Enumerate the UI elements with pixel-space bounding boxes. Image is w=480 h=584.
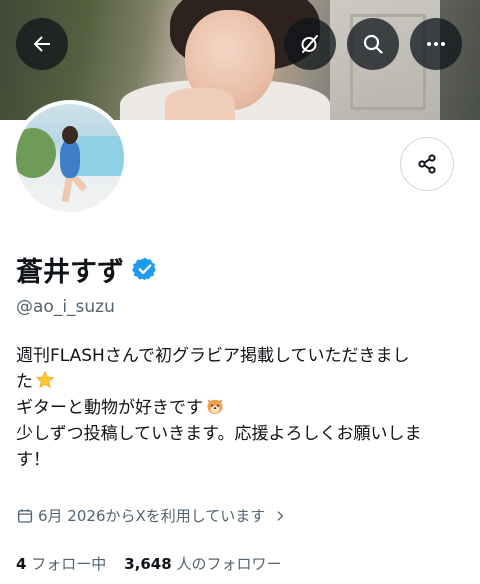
bio-line: す！ xyxy=(16,450,50,470)
following-link[interactable]: 4 フォロー中 xyxy=(16,553,106,574)
back-button[interactable] xyxy=(16,18,68,70)
followers-label: 人のフォロワー xyxy=(176,555,282,573)
followers-count: 3,648 xyxy=(124,555,172,573)
avatar-body xyxy=(60,140,80,178)
calendar-icon xyxy=(17,508,33,523)
followers-link[interactable]: 3,648 人のフォロワー xyxy=(124,553,281,574)
follow-stats: 4 フォロー中 3,648 人のフォロワー xyxy=(16,553,281,574)
bio-line: 週刊FLASHさんで初グラビア掲載していただきまし xyxy=(16,346,410,366)
star-emoji xyxy=(35,370,55,389)
avatar[interactable] xyxy=(12,100,128,216)
grok-button[interactable] xyxy=(284,18,336,70)
dog-face-emoji xyxy=(207,399,223,414)
bio-line: 少しずつ投稿していきます。応援よろしくお願いしま xyxy=(16,424,422,444)
avatar-bush xyxy=(16,128,56,178)
verified-badge-icon[interactable] xyxy=(132,256,158,282)
joined-date-link[interactable]: 6月 2026からXを利用しています xyxy=(16,505,287,526)
following-count: 4 xyxy=(16,555,27,573)
search-button[interactable] xyxy=(347,18,399,70)
bio-line: ギターと動物が好きです xyxy=(16,395,466,421)
share-icon xyxy=(418,154,436,174)
bio-line-text: ギターと動物が好きです xyxy=(16,398,203,418)
grok-icon xyxy=(301,35,318,53)
avatar-head xyxy=(62,126,78,144)
bio-line: た xyxy=(16,369,466,395)
more-dots-icon xyxy=(427,42,445,46)
chevron-right-icon xyxy=(277,510,284,521)
search-icon xyxy=(363,34,383,54)
following-label: フォロー中 xyxy=(31,555,107,573)
avatar-image xyxy=(16,104,124,212)
bio-line-text: た xyxy=(16,372,33,392)
display-name-row: 蒼井すず xyxy=(16,250,158,288)
share-button[interactable] xyxy=(400,137,454,191)
user-handle: @ao_i_suzu xyxy=(16,297,115,317)
arrow-left-icon xyxy=(33,36,50,52)
display-name: 蒼井すず xyxy=(16,256,124,288)
profile-bio: 週刊FLASHさんで初グラビア掲載していただきまし た ギターと動物が好きです … xyxy=(16,343,466,473)
banner-hand xyxy=(165,88,235,120)
joined-date-text: 6月 2026からXを利用しています xyxy=(38,507,266,525)
more-button[interactable] xyxy=(410,18,462,70)
